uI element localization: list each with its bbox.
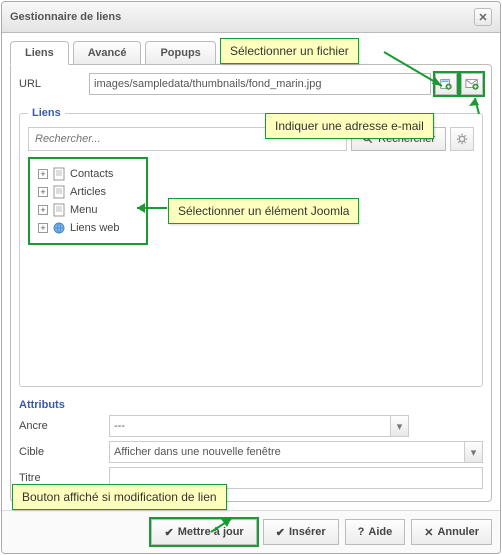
arrow-icon [382,48,457,94]
tree-item-label: Contacts [70,168,113,180]
target-select[interactable]: ▾ [109,441,483,463]
check-icon: ✔ [164,526,173,539]
insert-button-label: Insérer [289,526,326,538]
links-legend: Liens [28,107,65,119]
link-tree: + Contacts + Articles + Menu [28,157,148,245]
target-label: Cible [19,446,109,458]
links-fieldset: Liens Rechercher + [19,107,483,387]
envelope-icon [465,77,479,91]
globe-icon [52,221,66,235]
target-row: Cible ▾ [19,441,483,463]
callout-joomla: Sélectionner un élément Joomla [168,198,359,224]
tree-item-label: Menu [70,204,98,216]
tree-item-menu[interactable]: + Menu [38,201,138,219]
dialog-footer: ✔ Mettre à jour ✔ Insérer ? Aide ✕ Annul… [2,510,500,553]
chevron-down-icon[interactable]: ▾ [464,442,482,462]
close-icon: ✕ [478,11,487,24]
attributes-legend: Attributs [19,399,483,411]
target-value[interactable] [109,441,483,463]
help-button-label: Aide [368,526,392,538]
question-icon: ? [358,526,365,538]
tab-links[interactable]: Liens [10,41,69,65]
tab-popups[interactable]: Popups [145,41,215,65]
cancel-button[interactable]: ✕ Annuler [411,519,492,545]
url-input[interactable] [89,73,431,95]
titlebar: Gestionnaire de liens ✕ [2,2,500,33]
page-icon [52,203,66,217]
title-label: Titre [19,472,109,484]
email-button[interactable] [461,73,483,95]
tree-item-label: Articles [70,186,106,198]
arrow-icon [131,201,171,215]
anchor-select[interactable]: ▾ [109,415,409,437]
anchor-row: Ancre ▾ [19,415,483,437]
expand-icon[interactable]: + [38,169,48,179]
callout-select-file: Sélectionner un fichier [220,38,359,64]
tree-item-contacts[interactable]: + Contacts [38,165,138,183]
arrow-icon [455,96,483,118]
tree-item-articles[interactable]: + Articles [38,183,138,201]
expand-icon[interactable]: + [38,187,48,197]
tab-advanced[interactable]: Avancé [73,41,142,65]
settings-button[interactable] [450,127,474,151]
tree-item-label: Liens web [70,222,120,234]
cancel-button-label: Annuler [437,526,479,538]
close-icon: ✕ [424,526,433,539]
url-label: URL [19,78,89,90]
callout-update-button: Bouton affiché si modification de lien [12,484,227,510]
tree-item-weblinks[interactable]: + Liens web [38,219,138,237]
chevron-down-icon[interactable]: ▾ [390,416,408,436]
expand-icon[interactable]: + [38,223,48,233]
help-button[interactable]: ? Aide [345,519,406,545]
anchor-label: Ancre [19,420,109,432]
dialog-body: Liens Avancé Popups URL Liens [2,33,500,510]
arrow-icon [205,517,239,541]
expand-icon[interactable]: + [38,205,48,215]
page-icon [52,167,66,181]
close-button[interactable]: ✕ [474,8,492,26]
check-icon: ✔ [276,526,285,539]
page-icon [52,185,66,199]
dialog-title: Gestionnaire de liens [10,11,121,23]
insert-button[interactable]: ✔ Insérer [263,519,339,545]
anchor-value[interactable] [109,415,409,437]
gear-icon [455,132,469,146]
callout-email: Indiquer une adresse e-mail [265,113,434,139]
